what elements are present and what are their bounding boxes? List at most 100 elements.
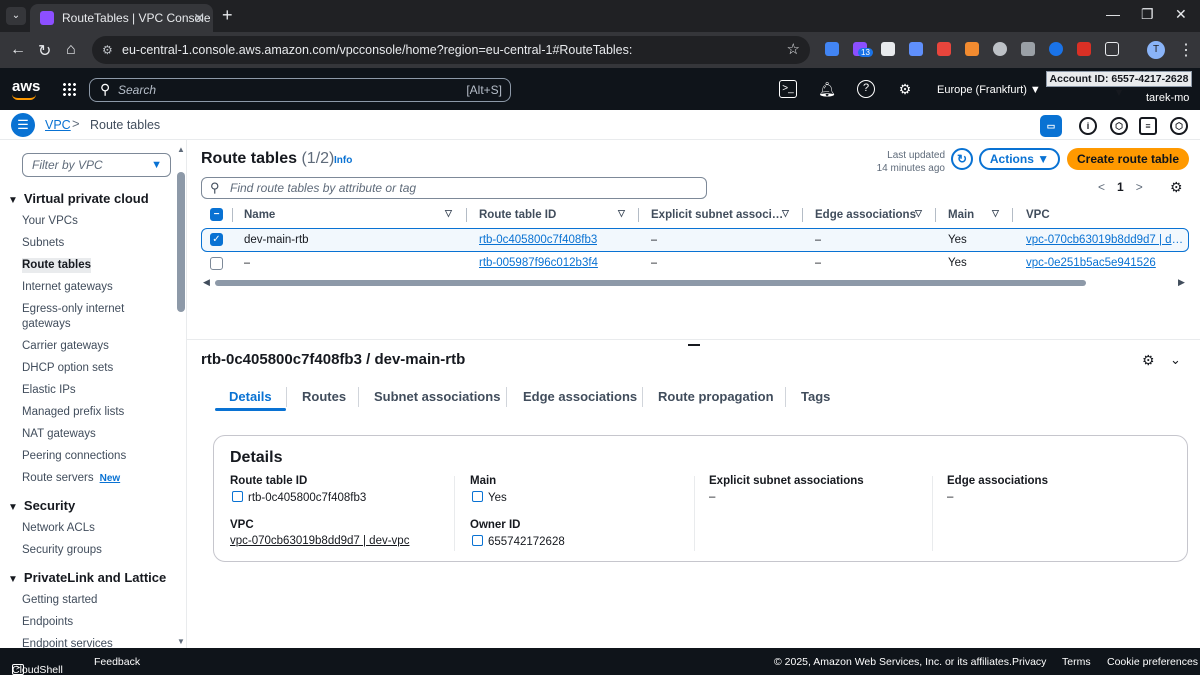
site-info-icon[interactable]: ⚙ bbox=[102, 36, 113, 64]
sort-icon[interactable]: ▽ bbox=[618, 208, 625, 219]
tab-details[interactable]: Details bbox=[229, 389, 272, 404]
vpc-value-link[interactable]: vpc-070cb63019b8dd9d7 | dev-vpc bbox=[230, 535, 409, 547]
fox-extension-icon[interactable] bbox=[965, 42, 979, 56]
wrench-extension-icon[interactable] bbox=[937, 42, 951, 56]
sidebar-item-getting-started[interactable]: Getting started bbox=[22, 593, 97, 608]
info-panel-icon[interactable]: i bbox=[1079, 117, 1097, 135]
privacy-link[interactable]: Privacy bbox=[1012, 656, 1046, 668]
reload-icon[interactable]: ↻ bbox=[38, 41, 51, 61]
column-header-vpc[interactable]: VPC bbox=[1026, 209, 1050, 221]
extensions-puzzle-icon[interactable] bbox=[1105, 42, 1119, 56]
sidebar-item-route-servers[interactable]: Route servers New bbox=[22, 471, 120, 486]
account-id-badge[interactable]: Account ID: 6557-4217-2628 ▼ bbox=[1046, 71, 1192, 99]
tab-routes[interactable]: Routes bbox=[302, 389, 346, 404]
restore-icon[interactable]: ❐ bbox=[1141, 6, 1154, 23]
sort-icon[interactable]: ▽ bbox=[782, 208, 789, 219]
resources-icon[interactable]: ⬡ bbox=[1110, 117, 1128, 135]
scroll-left-icon[interactable]: ◀ bbox=[203, 277, 210, 288]
sidebar-scrollbar[interactable] bbox=[177, 172, 185, 312]
sidebar-item-security-groups[interactable]: Security groups bbox=[22, 543, 102, 558]
notifications-bell-icon[interactable]: 🔔︎ bbox=[818, 80, 836, 98]
pen-extension-icon[interactable] bbox=[909, 42, 923, 56]
sidebar-item-subnets[interactable]: Subnets bbox=[22, 236, 64, 251]
resize-handle[interactable] bbox=[688, 344, 700, 346]
close-window-icon[interactable]: ✕ bbox=[1175, 6, 1187, 23]
sidebar-item-carrier-gateways[interactable]: Carrier gateways bbox=[22, 339, 109, 354]
settings-gear-icon[interactable]: ⚙ bbox=[896, 80, 914, 98]
new-tab-icon[interactable]: + bbox=[222, 5, 233, 26]
cookie-preferences-link[interactable]: Cookie preferences bbox=[1107, 656, 1198, 668]
terms-link[interactable]: Terms bbox=[1062, 656, 1091, 668]
side-nav-menu-icon[interactable]: ☰ bbox=[11, 113, 35, 137]
breadcrumb-vpc-link[interactable]: VPC bbox=[45, 118, 71, 132]
camera-extension-icon[interactable] bbox=[993, 42, 1007, 56]
copy-icon[interactable] bbox=[232, 491, 243, 502]
section-virtual-private-cloud[interactable]: ▼ Virtual private cloud bbox=[8, 191, 149, 206]
aws-logo[interactable]: aws bbox=[12, 78, 40, 100]
actions-button[interactable]: Actions ▼ bbox=[979, 148, 1060, 170]
prev-page-icon[interactable]: < bbox=[1098, 180, 1105, 194]
scroll-right-icon[interactable]: ▶ bbox=[1178, 277, 1185, 288]
tools-icon[interactable]: ⬡ bbox=[1170, 117, 1188, 135]
folder-extension-icon[interactable] bbox=[1021, 42, 1035, 56]
sort-icon[interactable]: ▽ bbox=[992, 208, 999, 219]
collapse-chevron-down-icon[interactable]: ⌄ bbox=[1170, 352, 1181, 368]
vpc-link[interactable]: vpc-0e251b5ac5e941526 bbox=[1026, 257, 1156, 269]
sidebar-item-network-acls[interactable]: Network ACLs bbox=[22, 521, 95, 536]
browser-menu-icon[interactable]: ⋮ bbox=[1178, 40, 1194, 60]
column-header-explicit-subnet[interactable]: Explicit subnet associ… bbox=[651, 209, 783, 221]
panel-preferences-gear-icon[interactable]: ⚙ bbox=[1142, 352, 1155, 369]
home-icon[interactable]: ⌂ bbox=[66, 41, 76, 59]
route-table-id-link[interactable]: rtb-005987f96c012b3f4 bbox=[479, 257, 598, 269]
sidebar-item-peering-connections[interactable]: Peering connections bbox=[22, 449, 126, 464]
sidebar-item-internet-gateways[interactable]: Internet gateways bbox=[22, 280, 113, 295]
column-header-name[interactable]: Name bbox=[244, 209, 275, 221]
sidebar-item-endpoint-services[interactable]: Endpoint services bbox=[22, 637, 113, 648]
row-checkbox[interactable]: ✓ bbox=[210, 233, 223, 246]
table-horizontal-scrollbar[interactable] bbox=[215, 280, 1086, 286]
sidebar-item-nat-gateways[interactable]: NAT gateways bbox=[22, 427, 96, 442]
split-panel-toggle-icon[interactable]: ▭ bbox=[1040, 115, 1062, 137]
services-grid-icon[interactable] bbox=[62, 82, 76, 96]
copy-icon[interactable] bbox=[472, 491, 483, 502]
feedback-link[interactable]: Feedback bbox=[94, 656, 140, 668]
refresh-icon[interactable]: ↻ bbox=[951, 148, 973, 170]
bookmark-star-icon[interactable]: ☆ bbox=[787, 36, 800, 64]
sidebar-item-route-tables[interactable]: Route tables bbox=[22, 258, 92, 273]
tab-tags[interactable]: Tags bbox=[801, 389, 830, 404]
sync-extension-icon[interactable] bbox=[1049, 42, 1063, 56]
pdf-extension-icon[interactable] bbox=[1077, 42, 1091, 56]
translate-extension-icon[interactable] bbox=[825, 42, 839, 56]
aws-search-input[interactable]: ⚲ Search [Alt+S] bbox=[89, 78, 511, 102]
cloudshell-icon[interactable]: >_ bbox=[779, 80, 797, 98]
tab-search-icon[interactable]: ⌄ bbox=[6, 7, 26, 25]
close-tab-icon[interactable]: ✕ bbox=[193, 10, 205, 27]
page-number[interactable]: 1 bbox=[1117, 180, 1124, 194]
row-checkbox[interactable] bbox=[210, 257, 223, 270]
section-privatelink-and-lattice[interactable]: ▼ PrivateLink and Lattice bbox=[8, 570, 166, 585]
column-header-route-table-id[interactable]: Route table ID bbox=[479, 209, 556, 221]
user-menu[interactable]: tarek-mo bbox=[1146, 92, 1189, 104]
feedback-icon[interactable]: ≡ bbox=[1139, 117, 1157, 135]
section-security[interactable]: ▼ Security bbox=[8, 498, 75, 513]
url-field[interactable]: ⚙ eu-central-1.console.aws.amazon.com/vp… bbox=[92, 36, 810, 64]
info-link[interactable]: Info bbox=[334, 155, 352, 166]
filter-by-vpc-select[interactable]: Filter by VPC ▼ bbox=[22, 153, 171, 177]
column-header-main[interactable]: Main bbox=[948, 209, 974, 221]
qr-extension-icon[interactable] bbox=[881, 42, 895, 56]
select-all-checkbox[interactable]: − bbox=[210, 208, 223, 221]
table-preferences-gear-icon[interactable]: ⚙ bbox=[1170, 179, 1183, 196]
table-row[interactable]: ✓ dev-main-rtb rtb-0c405800c7f408fb3 – –… bbox=[201, 228, 1189, 252]
region-selector[interactable]: Europe (Frankfurt) ▼ bbox=[937, 84, 1041, 96]
sort-icon[interactable]: ▽ bbox=[445, 208, 452, 219]
column-header-edge-associations[interactable]: Edge associations bbox=[815, 209, 916, 221]
profile-avatar[interactable]: T bbox=[1147, 41, 1165, 59]
help-icon[interactable]: ? bbox=[857, 80, 875, 98]
sidebar-item-elastic-ips[interactable]: Elastic IPs bbox=[22, 383, 76, 398]
route-table-id-link[interactable]: rtb-0c405800c7f408fb3 bbox=[479, 234, 597, 246]
browser-tab[interactable]: RouteTables | VPC Console ✕ bbox=[30, 4, 213, 32]
sort-icon[interactable]: ▽ bbox=[915, 208, 922, 219]
scroll-down-icon[interactable]: ▼ bbox=[177, 637, 185, 646]
tab-route-propagation[interactable]: Route propagation bbox=[658, 389, 774, 404]
sidebar-item-dhcp-option-sets[interactable]: DHCP option sets bbox=[22, 361, 113, 376]
